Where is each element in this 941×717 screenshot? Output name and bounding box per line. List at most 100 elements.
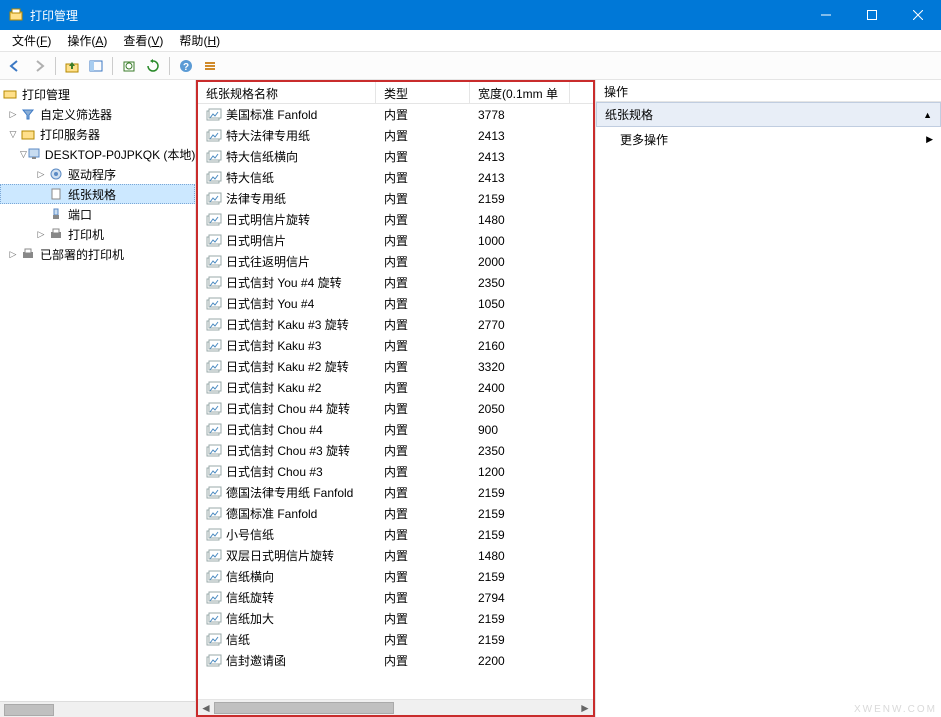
list-row[interactable]: 日式信封 You #4 旋转内置2350	[198, 272, 593, 293]
list-row[interactable]: 日式信封 Kaku #3内置2160	[198, 335, 593, 356]
list-row[interactable]: 日式信封 Chou #3 旋转内置2350	[198, 440, 593, 461]
list-horizontal-scrollbar[interactable]: ◄►	[198, 699, 593, 715]
view-options-button[interactable]	[199, 55, 221, 77]
list-row[interactable]: 日式明信片旋转内置1480	[198, 209, 593, 230]
menu-view[interactable]: 查看(V)	[115, 30, 171, 51]
tree-node-drivers[interactable]: ▷ 驱动程序	[0, 164, 195, 184]
back-button[interactable]	[4, 55, 26, 77]
cell-name: 日式信封 Kaku #2 旋转	[198, 358, 376, 375]
expand-toggle[interactable]: ▷	[6, 247, 20, 261]
cell-type: 内置	[376, 442, 470, 459]
close-button[interactable]	[895, 0, 941, 30]
list-row[interactable]: 美国标准 Fanfold内置3778	[198, 104, 593, 125]
driver-icon	[48, 166, 64, 182]
list-row[interactable]: 特大法律专用纸内置2413	[198, 125, 593, 146]
tree-node-ports[interactable]: 端口	[0, 204, 195, 224]
tree-node-deployed[interactable]: ▷ 已部署的打印机	[0, 244, 195, 264]
toolbar-separator	[55, 57, 56, 75]
actions-more-link[interactable]: 更多操作 ▶	[596, 127, 941, 152]
list-row[interactable]: 日式信封 Chou #4内置900	[198, 419, 593, 440]
cell-width: 1480	[470, 213, 570, 227]
collapse-toggle[interactable]: ▽	[20, 147, 27, 161]
submenu-arrow-icon: ▶	[926, 134, 933, 145]
list-row[interactable]: 特大信纸内置2413	[198, 167, 593, 188]
cell-type: 内置	[376, 484, 470, 501]
cell-name: 日式信封 Chou #4	[198, 421, 376, 438]
list-row[interactable]: 信纸横向内置2159	[198, 566, 593, 587]
expand-toggle[interactable]: ▷	[6, 107, 20, 121]
list-row[interactable]: 信纸内置2159	[198, 629, 593, 650]
tree-horizontal-scrollbar[interactable]	[0, 701, 195, 717]
cell-type: 内置	[376, 337, 470, 354]
column-header-width[interactable]: 宽度(0.1mm 单	[470, 82, 570, 103]
cell-width: 1480	[470, 549, 570, 563]
cell-name: 日式信封 Kaku #3 旋转	[198, 316, 376, 333]
forward-button[interactable]	[28, 55, 50, 77]
tree-label: 纸张规格	[68, 186, 116, 203]
maximize-button[interactable]	[849, 0, 895, 30]
list-row[interactable]: 德国标准 Fanfold内置2159	[198, 503, 593, 524]
cell-name: 信纸旋转	[198, 589, 376, 606]
cell-name: 日式信封 Chou #3	[198, 463, 376, 480]
list-row[interactable]: 双层日式明信片旋转内置1480	[198, 545, 593, 566]
list-row[interactable]: 小号信纸内置2159	[198, 524, 593, 545]
refresh-button[interactable]	[142, 55, 164, 77]
cell-name: 法律专用纸	[198, 190, 376, 207]
tree-node-server[interactable]: ▽ DESKTOP-P0JPKQK (本地)	[0, 144, 195, 164]
cell-name: 日式信封 You #4	[198, 295, 376, 312]
list-row[interactable]: 信纸加大内置2159	[198, 608, 593, 629]
list-row[interactable]: 日式信封 Kaku #2内置2400	[198, 377, 593, 398]
cell-type: 内置	[376, 421, 470, 438]
cell-type: 内置	[376, 232, 470, 249]
list-row[interactable]: 日式信封 Chou #3内置1200	[198, 461, 593, 482]
help-button[interactable]: ?	[175, 55, 197, 77]
column-header-type[interactable]: 类型	[376, 82, 470, 103]
cell-width: 2350	[470, 444, 570, 458]
tree-node-servers[interactable]: ▽ 打印服务器	[0, 124, 195, 144]
list-row[interactable]: 日式信封 Kaku #2 旋转内置3320	[198, 356, 593, 377]
cell-type: 内置	[376, 652, 470, 669]
cell-width: 2159	[470, 486, 570, 500]
cell-name: 特大法律专用纸	[198, 127, 376, 144]
form-icon	[206, 192, 222, 206]
list-row[interactable]: 日式往返明信片内置2000	[198, 251, 593, 272]
cell-name: 信封邀请函	[198, 652, 376, 669]
menu-action[interactable]: 操作(A)	[59, 30, 115, 51]
menu-help[interactable]: 帮助(H)	[171, 30, 228, 51]
list-row[interactable]: 特大信纸横向内置2413	[198, 146, 593, 167]
show-hide-tree-button[interactable]	[85, 55, 107, 77]
up-folder-button[interactable]	[61, 55, 83, 77]
form-icon	[206, 339, 222, 353]
list-row[interactable]: 法律专用纸内置2159	[198, 188, 593, 209]
tree-root[interactable]: 打印管理	[0, 84, 195, 104]
tree-node-filters[interactable]: ▷ 自定义筛选器	[0, 104, 195, 124]
form-icon	[206, 171, 222, 185]
collapse-toggle[interactable]: ▽	[6, 127, 20, 141]
tree-node-paper[interactable]: 纸张规格	[0, 184, 195, 204]
list-row[interactable]: 日式明信片内置1000	[198, 230, 593, 251]
tree-node-printers[interactable]: ▷ 打印机	[0, 224, 195, 244]
expand-toggle[interactable]: ▷	[34, 167, 48, 181]
list-row[interactable]: 日式信封 Kaku #3 旋转内置2770	[198, 314, 593, 335]
cell-width: 2413	[470, 171, 570, 185]
form-icon	[206, 108, 222, 122]
svg-text:?: ?	[183, 62, 189, 73]
form-icon	[206, 234, 222, 248]
list-body[interactable]: 美国标准 Fanfold内置3778特大法律专用纸内置2413特大信纸横向内置2…	[198, 104, 593, 699]
list-row[interactable]: 日式信封 Chou #4 旋转内置2050	[198, 398, 593, 419]
list-row[interactable]: 德国法律专用纸 Fanfold内置2159	[198, 482, 593, 503]
list-row[interactable]: 信纸旋转内置2794	[198, 587, 593, 608]
actions-group-paper[interactable]: 纸张规格 ▲	[596, 102, 941, 127]
minimize-button[interactable]	[803, 0, 849, 30]
expand-toggle[interactable]: ▷	[34, 227, 48, 241]
tree-label: DESKTOP-P0JPKQK (本地)	[45, 146, 195, 163]
list-row[interactable]: 日式信封 You #4内置1050	[198, 293, 593, 314]
menu-file[interactable]: 文件(F)	[4, 30, 59, 51]
cell-width: 1050	[470, 297, 570, 311]
list-row[interactable]: 信封邀请函内置2200	[198, 650, 593, 671]
window-title: 打印管理	[30, 7, 803, 24]
toolbar-separator-2	[112, 57, 113, 75]
column-header-name[interactable]: 纸张规格名称	[198, 82, 376, 103]
export-button[interactable]	[118, 55, 140, 77]
toolbar-separator-3	[169, 57, 170, 75]
